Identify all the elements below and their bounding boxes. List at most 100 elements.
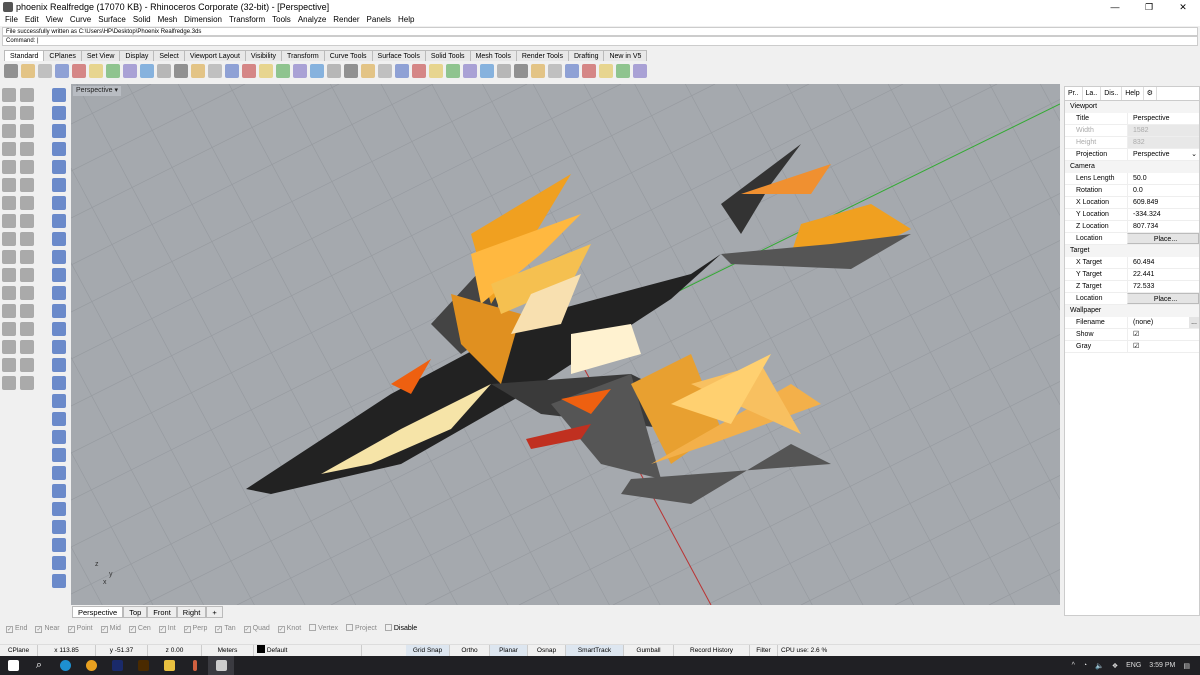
browse-button[interactable]: ...: [1189, 317, 1199, 328]
osnap-near[interactable]: ✓ Near: [35, 624, 60, 634]
toolbar-tab-select[interactable]: Select: [153, 50, 185, 61]
draw-tool-icon[interactable]: [20, 196, 34, 210]
checkbox[interactable]: [309, 624, 317, 631]
toolbar-tab-surface-tools[interactable]: Surface Tools: [371, 50, 426, 61]
draw-tool-icon[interactable]: [2, 340, 16, 354]
viewport-tab-front[interactable]: Front: [147, 606, 177, 618]
tool-icon[interactable]: [4, 64, 18, 78]
language-indicator[interactable]: ENG: [1126, 662, 1141, 669]
tool-icon[interactable]: [225, 64, 239, 78]
menu-render[interactable]: Render: [333, 14, 359, 26]
osnap-tan[interactable]: ✓ Tan: [215, 624, 236, 634]
checkbox[interactable]: [384, 624, 392, 631]
network-icon[interactable]: ◔: [1083, 662, 1087, 669]
osnap-quad[interactable]: ✓ Quad: [243, 624, 270, 634]
osnap-vertex[interactable]: Vertex: [309, 624, 338, 634]
osnap-project[interactable]: Project: [346, 624, 377, 634]
flyout-arrow-icon[interactable]: [38, 358, 42, 372]
checkbox[interactable]: ✓: [35, 626, 43, 633]
draw-tool-icon[interactable]: [2, 106, 16, 120]
units-label[interactable]: Meters: [202, 645, 254, 656]
tool-icon[interactable]: [412, 64, 426, 78]
tool-icon[interactable]: [259, 64, 273, 78]
add-viewport-tab-button[interactable]: +: [206, 606, 223, 618]
start-button[interactable]: [0, 656, 26, 675]
solid-tool-icon[interactable]: [52, 268, 66, 282]
flyout-arrow-icon[interactable]: [38, 250, 42, 264]
toolbar-tab-render-tools[interactable]: Render Tools: [515, 50, 569, 61]
toolbar-tab-set-view[interactable]: Set View: [80, 50, 121, 61]
flyout-arrow-icon[interactable]: [38, 538, 42, 552]
solid-tool-icon[interactable]: [52, 88, 66, 102]
notifications-icon[interactable]: ▤: [1183, 662, 1190, 670]
place-button[interactable]: Place...: [1127, 233, 1199, 244]
flyout-arrow-icon[interactable]: [38, 322, 42, 336]
search-button[interactable]: ⌕: [26, 656, 52, 675]
viewport-tab-top[interactable]: Top: [123, 606, 148, 618]
viewport-title-menu[interactable]: Perspective ▾: [73, 86, 122, 96]
draw-tool-icon[interactable]: [2, 250, 16, 264]
tool-icon[interactable]: [497, 64, 511, 78]
tool-icon[interactable]: [361, 64, 375, 78]
draw-tool-icon[interactable]: [20, 106, 34, 120]
solid-tool-icon[interactable]: [52, 124, 66, 138]
menu-edit[interactable]: Edit: [25, 14, 39, 26]
flyout-arrow-icon[interactable]: [38, 502, 42, 516]
solid-tool-icon[interactable]: [52, 160, 66, 174]
taskbar-chrome[interactable]: [78, 656, 104, 675]
toolbar-tab-curve-tools[interactable]: Curve Tools: [323, 50, 373, 61]
checkbox[interactable]: ✓: [183, 626, 191, 633]
solid-tool-icon[interactable]: [52, 448, 66, 462]
tool-icon[interactable]: [174, 64, 188, 78]
property-value[interactable]: 0.0: [1127, 185, 1199, 196]
draw-tool-icon[interactable]: [2, 196, 16, 210]
toolbar-tab-cplanes[interactable]: CPlanes: [43, 50, 82, 61]
solid-tool-icon[interactable]: [52, 214, 66, 228]
tool-icon[interactable]: [344, 64, 358, 78]
menu-analyze[interactable]: Analyze: [298, 14, 326, 26]
tool-icon[interactable]: [89, 64, 103, 78]
draw-tool-icon[interactable]: [20, 142, 34, 156]
maximize-button[interactable]: ❐: [1132, 0, 1166, 14]
taskbar-rhino[interactable]: [208, 656, 234, 675]
toggle-grid-snap[interactable]: Grid Snap: [406, 645, 450, 656]
flyout-arrow-icon[interactable]: [38, 484, 42, 498]
draw-tool-icon[interactable]: [20, 286, 34, 300]
chevron-down-icon[interactable]: ⌄: [1189, 149, 1199, 160]
solid-tool-icon[interactable]: [52, 304, 66, 318]
toggle-gumball[interactable]: Gumball: [624, 645, 674, 656]
menu-help[interactable]: Help: [398, 14, 414, 26]
projection-dropdown[interactable]: Perspective: [1127, 149, 1189, 160]
tool-icon[interactable]: [191, 64, 205, 78]
toolbar-tab-new-in-v5[interactable]: New in V5: [603, 50, 648, 61]
volume-icon[interactable]: 🔈: [1095, 662, 1104, 670]
flyout-arrow-icon[interactable]: [38, 466, 42, 480]
solid-tool-icon[interactable]: [52, 484, 66, 498]
osnap-knot[interactable]: ✓ Knot: [277, 624, 301, 634]
solid-tool-icon[interactable]: [52, 286, 66, 300]
tool-icon[interactable]: [293, 64, 307, 78]
flyout-arrow-icon[interactable]: [38, 178, 42, 192]
solid-tool-icon[interactable]: [52, 574, 66, 588]
toolbar-tab-transform[interactable]: Transform: [281, 50, 325, 61]
flyout-arrow-icon[interactable]: [38, 430, 42, 444]
flyout-arrow-icon[interactable]: [38, 412, 42, 426]
checkbox[interactable]: ✓: [215, 626, 223, 633]
property-value[interactable]: 72.533: [1127, 281, 1199, 292]
draw-tool-icon[interactable]: [2, 124, 16, 138]
toolbar-tab-drafting[interactable]: Drafting: [567, 50, 605, 61]
flyout-arrow-icon[interactable]: [38, 268, 42, 282]
property-value[interactable]: 60.494: [1127, 257, 1199, 268]
tool-icon[interactable]: [565, 64, 579, 78]
taskbar-explorer[interactable]: [156, 656, 182, 675]
solid-tool-icon[interactable]: [52, 502, 66, 516]
panel-tab-3[interactable]: Help: [1122, 87, 1144, 100]
draw-tool-icon[interactable]: [2, 214, 16, 228]
toolbar-tab-mesh-tools[interactable]: Mesh Tools: [469, 50, 517, 61]
panel-tab-2[interactable]: Dis..: [1101, 87, 1123, 100]
solid-tool-icon[interactable]: [52, 430, 66, 444]
tool-icon[interactable]: [599, 64, 613, 78]
checkbox[interactable]: ✓: [67, 626, 75, 633]
solid-tool-icon[interactable]: [52, 412, 66, 426]
toggle-record-history[interactable]: Record History: [674, 645, 750, 656]
